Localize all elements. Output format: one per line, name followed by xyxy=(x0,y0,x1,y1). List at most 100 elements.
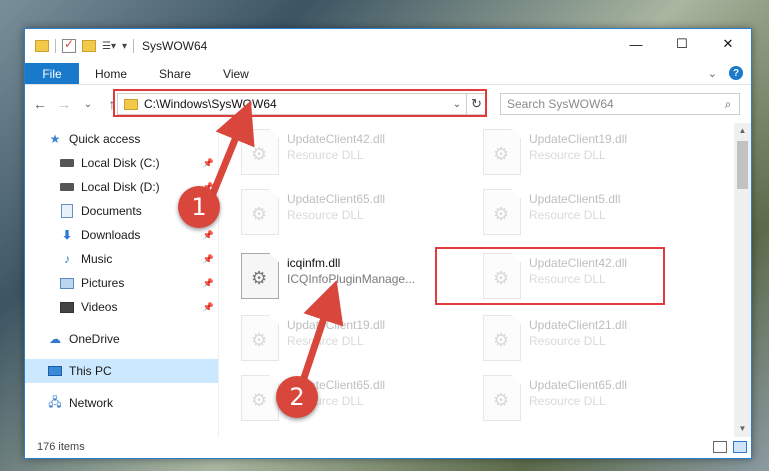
explorer-body: ★ Quick access Local Disk (C:) 📌 Local D… xyxy=(25,123,753,437)
vertical-scrollbar[interactable]: ▲ ▼ xyxy=(734,123,751,437)
file-name: UpdateClient21.dll xyxy=(529,318,628,332)
scroll-up-icon[interactable]: ▲ xyxy=(734,123,751,139)
sidebar-item-quick-access[interactable]: ★ Quick access xyxy=(25,127,218,151)
sidebar-item-downloads[interactable]: ⬇ Downloads 📌 xyxy=(25,223,218,247)
ribbon-controls: ⌄ ? xyxy=(708,66,743,80)
drive-icon xyxy=(59,180,75,194)
file-item[interactable]: UpdateClient5.dll Resource DLL xyxy=(483,189,713,239)
search-input[interactable]: Search SysWOW64 xyxy=(507,97,717,111)
tab-share[interactable]: Share xyxy=(143,63,207,84)
toolbar-dropdown-icon[interactable]: ▾ xyxy=(122,41,127,52)
file-name: UpdateClient42.dll xyxy=(287,132,386,146)
toolbar-divider xyxy=(55,39,56,53)
sidebar-item-local-disk-c[interactable]: Local Disk (C:) 📌 xyxy=(25,151,218,175)
toolbar-divider xyxy=(133,39,135,53)
sidebar-item-label: Local Disk (D:) xyxy=(81,180,160,194)
chevron-down-icon[interactable]: ⌄ xyxy=(448,99,466,110)
sidebar-item-videos[interactable]: Videos 📌 xyxy=(25,295,218,319)
sidebar-item-this-pc[interactable]: This PC xyxy=(25,359,218,383)
large-icons-view-icon[interactable] xyxy=(733,440,747,453)
status-bar: 176 items xyxy=(25,435,753,458)
sidebar-item-label: Network xyxy=(69,396,114,410)
tab-home[interactable]: Home xyxy=(79,63,143,84)
pin-icon[interactable]: 📌 xyxy=(203,254,214,265)
pin-icon[interactable]: 📌 xyxy=(203,230,214,241)
help-icon[interactable]: ? xyxy=(729,66,743,80)
dll-file-icon xyxy=(241,253,279,299)
file-name: UpdateClient19.dll xyxy=(287,318,386,332)
file-item[interactable]: UpdateClient65.dll Resource DLL xyxy=(241,189,471,239)
sidebar-item-onedrive[interactable]: ☁ OneDrive xyxy=(25,327,218,351)
address-path[interactable]: C:\Windows\SysWOW64 xyxy=(144,97,448,111)
dll-file-icon xyxy=(241,375,279,421)
pin-icon[interactable]: 📌 xyxy=(203,302,214,313)
file-description: Resource DLL xyxy=(287,148,364,162)
computer-icon xyxy=(47,364,63,378)
file-item[interactable]: UpdateClient65.dll Resource DLL xyxy=(483,375,713,425)
tab-file[interactable]: File xyxy=(25,63,79,84)
download-icon: ⬇ xyxy=(61,228,73,242)
file-item[interactable]: UpdateClient19.dll Resource DLL xyxy=(241,315,471,365)
file-explorer-window: ☰▾ ▾ SysWOW64 — ☐ ✕ File Home Share View… xyxy=(24,28,752,459)
pin-icon[interactable]: 📌 xyxy=(203,278,214,289)
view-toggle xyxy=(713,440,747,453)
tab-view[interactable]: View xyxy=(207,63,265,84)
new-folder-icon[interactable] xyxy=(82,40,96,52)
dll-file-icon xyxy=(483,253,521,299)
sidebar-item-label: Downloads xyxy=(81,228,141,242)
step-callout-2: 2 xyxy=(276,376,318,418)
search-box[interactable]: Search SysWOW64 ⌕ xyxy=(500,93,740,115)
sidebar-item-label: Videos xyxy=(81,300,118,314)
quick-access-toolbar: ☰▾ ▾ xyxy=(25,37,135,53)
address-bar[interactable]: C:\Windows\SysWOW64 ⌄ ↻ xyxy=(117,93,487,115)
file-item[interactable]: UpdateClient19.dll Resource DLL xyxy=(483,129,713,179)
file-name: UpdateClient42.dll xyxy=(529,256,628,270)
chevron-down-icon[interactable]: ⌄ xyxy=(708,67,717,80)
minimize-button[interactable]: — xyxy=(613,29,659,59)
file-name: icqinfm.dll xyxy=(287,256,341,270)
file-description: ICQInfoPluginManage... xyxy=(287,272,416,286)
cloud-icon: ☁ xyxy=(49,332,61,346)
pictures-icon xyxy=(59,276,75,290)
sidebar-item-label: Pictures xyxy=(81,276,125,290)
navigation-pane: ★ Quick access Local Disk (C:) 📌 Local D… xyxy=(25,123,219,437)
forward-button[interactable]: → xyxy=(55,96,73,112)
dll-file-icon xyxy=(483,375,521,421)
file-name: UpdateClient19.dll xyxy=(529,132,628,146)
file-item[interactable]: UpdateClient21.dll Resource DLL xyxy=(483,315,713,365)
step-callout-1: 1 xyxy=(178,186,220,228)
customize-toolbar-icon[interactable]: ☰▾ xyxy=(102,41,116,52)
file-name: UpdateClient65.dll xyxy=(287,192,386,206)
sidebar-item-label: Quick access xyxy=(69,132,141,146)
sidebar-item-label: Local Disk (C:) xyxy=(81,156,160,170)
file-item[interactable]: UpdateClient42.dll Resource DLL xyxy=(483,253,713,303)
file-description: Resource DLL xyxy=(529,334,606,348)
title-bar: ☰▾ ▾ SysWOW64 — ☐ ✕ xyxy=(25,29,751,63)
file-description: Resource DLL xyxy=(529,394,606,408)
sidebar-item-label: This PC xyxy=(69,364,112,378)
sidebar-item-pictures[interactable]: Pictures 📌 xyxy=(25,271,218,295)
search-icon[interactable]: ⌕ xyxy=(717,97,739,112)
properties-icon[interactable] xyxy=(62,37,76,53)
pin-icon[interactable]: 📌 xyxy=(203,158,214,169)
window-title: SysWOW64 xyxy=(142,39,208,53)
recent-locations-button[interactable]: ⌄ xyxy=(79,99,97,110)
back-button[interactable]: ← xyxy=(31,96,49,112)
close-button[interactable]: ✕ xyxy=(705,29,751,59)
navigation-bar: ← → ⌄ ↑ C:\Windows\SysWOW64 ⌄ ↻ Search S… xyxy=(25,85,751,123)
file-name: UpdateClient5.dll xyxy=(529,192,621,206)
network-icon: 🖧 xyxy=(48,394,62,409)
sidebar-item-network[interactable]: 🖧 Network xyxy=(25,391,218,415)
scrollbar-thumb[interactable] xyxy=(737,141,748,189)
file-description: Resource DLL xyxy=(529,148,606,162)
star-icon: ★ xyxy=(49,132,61,146)
window-controls: — ☐ ✕ xyxy=(613,29,751,59)
sidebar-item-music[interactable]: ♪ Music 📌 xyxy=(25,247,218,271)
folder-icon xyxy=(35,40,49,52)
details-view-icon[interactable] xyxy=(713,440,727,453)
maximize-button[interactable]: ☐ xyxy=(659,29,705,59)
refresh-button[interactable]: ↻ xyxy=(466,94,486,114)
videos-icon xyxy=(59,300,75,314)
music-icon: ♪ xyxy=(64,252,70,266)
file-item[interactable]: UpdateClient42.dll Resource DLL xyxy=(241,129,471,179)
